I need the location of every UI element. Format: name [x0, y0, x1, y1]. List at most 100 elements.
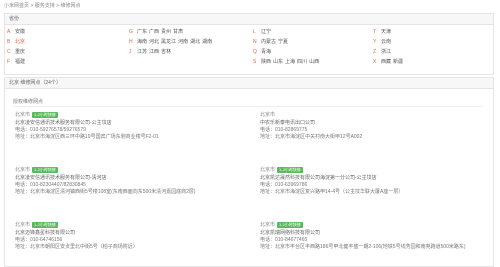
store-city: 北京市: [260, 167, 276, 173]
store-list-panel: 北京 维修网点（24个） 授权维修网点 北京市 1-2小时快修 北京凌安信通讯技术服…: [4, 77, 494, 267]
store-city-row: 北京市 1-2小时快修: [260, 222, 490, 230]
province-group: X 西藏 新疆: [373, 58, 405, 66]
province-link[interactable]: 山东: [273, 59, 283, 65]
province-group: N 内蒙古 宁夏: [253, 38, 290, 46]
province-link[interactable]: 内蒙古: [261, 39, 276, 45]
province-link[interactable]: 宁夏: [278, 39, 288, 45]
province-group: T 天津: [373, 28, 393, 36]
store-city: 北京市: [15, 167, 31, 173]
store-address: 地址：北京市海淀区中关村南大街甲12号A002: [260, 134, 363, 140]
province-link[interactable]: 广东: [137, 29, 147, 35]
province-group: Y 云南: [373, 38, 393, 46]
province-panel-title: 省份: [5, 14, 493, 25]
province-link[interactable]: 安徽: [15, 29, 25, 35]
store-card: 北京市 1-2小时快修 北京凯瑞网络科技有限公司 电话：010-84677465 地址：…: [260, 222, 490, 251]
province-link[interactable]: 陕西: [261, 59, 271, 65]
quick-repair-badge: 1-2小时快修: [277, 167, 303, 173]
province-link[interactable]: 黑龙江: [161, 39, 176, 45]
province-link[interactable]: 山西: [309, 59, 319, 65]
store-name: 北京凌安信通讯技术服务有限公司-清河店: [15, 175, 107, 181]
province-link[interactable]: 湖北: [190, 39, 200, 45]
province-group: B 北京: [7, 38, 27, 46]
province-panel: 省份 A 安徽 G 广东 广西 贵州 甘肃 L 辽宁 T 天津 B 北京 H 海南 河北 黑龙江 河南 湖北 湖南 N 内…: [4, 13, 494, 75]
store-name: 北京凌安信通讯技术服务有限公司-公主坟店: [15, 120, 112, 126]
store-phone: 电话：010-63969786: [260, 182, 308, 188]
tab-divider: [13, 106, 483, 107]
province-link[interactable]: 广西: [149, 29, 159, 35]
quick-repair-badge: 1-2小时快修: [277, 222, 303, 228]
province-index-letter: Y: [373, 39, 377, 45]
province-link[interactable]: 云南: [381, 39, 391, 45]
store-phone: 电话：010-82869775: [260, 127, 308, 133]
store-card: 北京市 1-2小时快修 北京凌安信通讯技术服务有限公司-清河店 电话：010-8230…: [15, 167, 245, 196]
province-index-letter: Q: [253, 49, 257, 55]
quick-repair-badge: 1-2小时快修: [32, 222, 58, 228]
store-city-row: 北京市 1-2小时快修: [260, 167, 490, 175]
province-index-letter: G: [129, 29, 133, 35]
province-group: G 广东 广西 贵州 甘肃: [129, 28, 185, 36]
province-index-letter: B: [7, 39, 11, 45]
store-city: 北京市: [15, 222, 31, 228]
store-name: 北京迈锋鑫星科技有限公司: [15, 230, 76, 236]
province-index-letter: S: [253, 59, 257, 65]
province-link[interactable]: 北京: [15, 39, 25, 45]
province-row: F 福建 S 陕西 山东 上海 四川 山西 X 西藏 新疆: [5, 58, 493, 66]
province-group: S 陕西 山东 上海 四川 山西: [253, 58, 321, 66]
province-row: A 安徽 G 广东 广西 贵州 甘肃 L 辽宁 T 天津: [5, 28, 493, 36]
province-link[interactable]: 河南: [178, 39, 188, 45]
province-row: B 北京 H 海南 河北 黑龙江 河南 湖北 湖南 N 内蒙古 宁夏 Y 云南: [5, 38, 493, 46]
store-phone: 电话：010-84677465: [260, 237, 308, 243]
province-index-letter: Z: [373, 49, 377, 55]
province-link[interactable]: 贵州: [161, 29, 171, 35]
province-grid: A 安徽 G 广东 广西 贵州 甘肃 L 辽宁 T 天津 B 北京 H 海南 河北 黑龙江 河南 湖北 湖南 N 内蒙古宁…: [5, 25, 493, 75]
tab-authorized-stores[interactable]: 授权维修网点: [13, 98, 43, 105]
province-link[interactable]: 吉林: [161, 49, 171, 55]
province-link[interactable]: 青海: [261, 49, 271, 55]
province-link[interactable]: 海南: [137, 39, 147, 45]
store-name: 中农乐新泰电讯出口公司: [260, 120, 316, 126]
province-link[interactable]: 河北: [149, 39, 159, 45]
province-link[interactable]: 江西: [149, 49, 159, 55]
store-city: 北京市: [15, 112, 31, 118]
province-link[interactable]: 湖南: [202, 39, 212, 45]
province-link[interactable]: 重庆: [15, 49, 25, 55]
province-group: H 海南 河北 黑龙江 河南 湖北 湖南: [129, 38, 214, 46]
province-link[interactable]: 甘肃: [173, 29, 183, 35]
store-city-row: 北京市: [260, 112, 490, 120]
store-city: 北京市: [260, 222, 276, 228]
store-address: 地址：北京市海淀区西三环中路19号国宾广场东侧商业楼号F2-01: [15, 134, 159, 140]
province-link[interactable]: 浙江: [381, 49, 391, 55]
store-card: 北京市 1-2小时快修 北京迈锋鑫星科技有限公司 电话：010-64746156 地址：…: [15, 222, 245, 251]
province-index-letter: A: [7, 29, 11, 35]
store-city-row: 北京市 1-2小时快修: [15, 112, 245, 120]
province-link[interactable]: 四川: [297, 59, 307, 65]
store-city-row: 北京市 1-2小时快修: [15, 167, 245, 175]
store-phone: 电话：010-82304407/82830845: [15, 182, 86, 188]
breadcrumb-home-link[interactable]: 小米网首页: [4, 2, 29, 9]
province-index-letter: L: [253, 29, 256, 35]
store-card: 北京市 1-2小时快修 北京凯达晟然科技有限公司海淀第一分公司-公主坟店 电话：010…: [260, 167, 490, 196]
store-card: 北京市中农乐新泰电讯出口公司 电话：010-82869775 地址：北京市海淀区中关…: [260, 112, 490, 141]
store-name: 北京凯达晟然科技有限公司海淀第一分公司-公主坟店: [260, 175, 377, 181]
province-group: L 辽宁: [253, 28, 273, 36]
store-city: 北京市: [260, 112, 276, 118]
store-address: 地址：北京市海淀区清河镇西街5号楼108室(东南西面向东500米清河嘉园底商2层…: [15, 189, 196, 195]
province-link[interactable]: 江苏: [137, 49, 147, 55]
breadcrumb-current: 维修网点: [60, 3, 81, 9]
province-link[interactable]: 上海: [285, 59, 295, 65]
store-address: 地址：北京市丰台区丰西路186号甲北健丰盛一期2-106(地铁5号线芳园和南苑跑…: [260, 244, 466, 250]
breadcrumb-separator: >: [56, 3, 60, 9]
province-link[interactable]: 新疆: [393, 59, 403, 65]
province-link[interactable]: 辽宁: [261, 29, 271, 35]
province-link[interactable]: 西藏: [381, 59, 391, 65]
province-link[interactable]: 福建: [15, 59, 25, 65]
province-index-letter: J: [129, 49, 132, 55]
breadcrumb-service-link[interactable]: 服务支持: [35, 2, 55, 9]
province-index-letter: N: [253, 39, 257, 45]
store-name: 北京凯瑞网络科技有限公司: [260, 230, 321, 236]
province-index-letter: X: [373, 59, 377, 65]
store-phone: 电话：010-64746156: [15, 237, 63, 243]
province-link[interactable]: 天津: [381, 29, 391, 35]
quick-repair-badge: 1-2小时快修: [32, 112, 58, 118]
store-list-title: 北京 维修网点（24个）: [5, 78, 493, 89]
